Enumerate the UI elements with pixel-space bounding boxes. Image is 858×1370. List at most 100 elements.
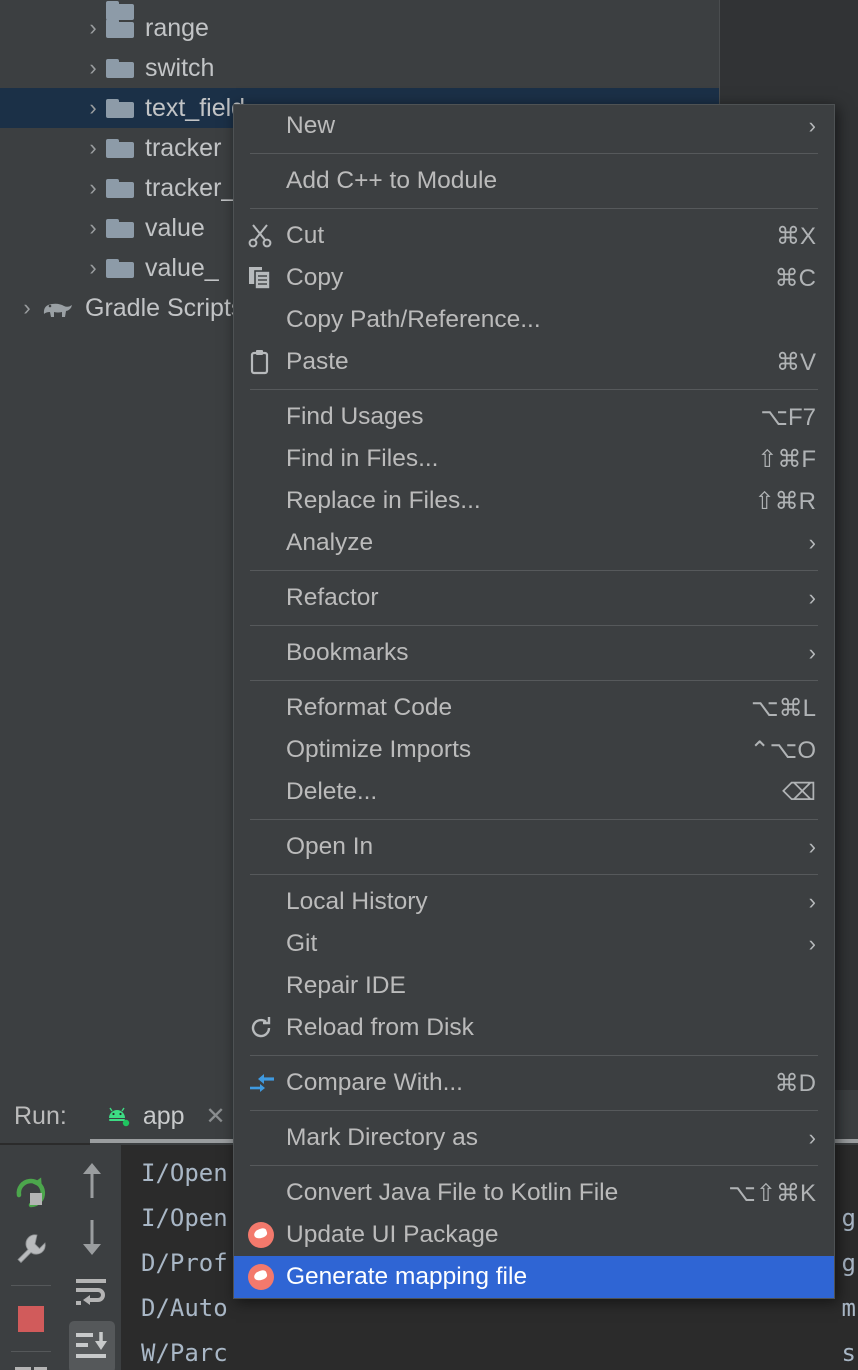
menu-item-paste[interactable]: Paste ⌘V — [234, 341, 834, 383]
menu-item-copy[interactable]: Copy ⌘C — [234, 257, 834, 299]
scroll-down-button[interactable] — [63, 1211, 120, 1263]
tree-item-label: value_ — [145, 253, 219, 282]
console-line-fragment: m — [841, 1294, 856, 1322]
menu-item-label: Reload from Disk — [286, 1014, 474, 1041]
menu-item-shortcut: ⌃⌥O — [749, 736, 816, 764]
scroll-up-button[interactable] — [63, 1155, 120, 1207]
settings-wrench-button[interactable] — [0, 1223, 62, 1275]
menu-item-bookmarks[interactable]: Bookmarks › — [234, 632, 834, 674]
menu-icon-placeholder — [248, 639, 286, 667]
menu-item-label: Generate mapping file — [286, 1263, 528, 1290]
menu-item-label: Find in Files... — [286, 445, 439, 472]
gradle-elephant-icon — [40, 296, 76, 320]
menu-item-git[interactable]: Git › — [234, 923, 834, 965]
console-line: D/Prof — [141, 1249, 228, 1277]
menu-icon-placeholder — [248, 833, 286, 861]
menu-item-generate-mapping-file[interactable]: Generate mapping file — [234, 1256, 834, 1298]
rerun-button[interactable] — [0, 1165, 62, 1217]
menu-item-label: Bookmarks — [286, 639, 409, 666]
console-line: I/Open — [141, 1159, 228, 1187]
folder-icon — [106, 257, 136, 279]
chevron-right-icon[interactable]: › — [80, 255, 106, 281]
menu-item-add-c-to-module[interactable]: Add C++ to Module — [234, 160, 834, 202]
tree-item-switch[interactable]: › switch — [0, 48, 720, 88]
run-tab-app[interactable]: app ✕ — [104, 1102, 226, 1131]
menu-item-open-in[interactable]: Open In › — [234, 826, 834, 868]
android-icon — [104, 1106, 134, 1128]
menu-item-local-history[interactable]: Local History › — [234, 881, 834, 923]
menu-icon-placeholder — [248, 584, 286, 612]
folder-icon — [106, 137, 136, 159]
menu-item-reformat-code[interactable]: Reformat Code ⌥⌘L — [234, 687, 834, 729]
run-toolbar-secondary — [63, 1145, 120, 1370]
menu-item-shortcut: ⇧⌘R — [754, 487, 816, 515]
chevron-right-icon: › — [808, 834, 816, 859]
tree-item-label: value — [145, 213, 205, 242]
menu-item-shortcut: ⌘C — [774, 264, 816, 292]
menu-item-reload-from-disk[interactable]: Reload from Disk — [234, 1007, 834, 1049]
chevron-right-icon[interactable]: › — [80, 215, 106, 241]
menu-item-label: Git — [286, 930, 318, 957]
menu-item-analyze[interactable]: Analyze › — [234, 522, 834, 564]
menu-item-shortcut: ⇧⌘F — [757, 445, 816, 473]
run-tab-label: app — [142, 1102, 185, 1130]
chevron-right-icon[interactable]: › — [14, 295, 40, 321]
project-context-menu: New › Add C++ to Module Cut ⌘X Copy ⌘C Copy Pat… — [233, 104, 835, 1299]
menu-item-label: Paste — [286, 348, 349, 375]
menu-icon-placeholder — [248, 167, 286, 195]
menu-icon-placeholder — [248, 1124, 286, 1152]
menu-item-repair-ide[interactable]: Repair IDE — [234, 965, 834, 1007]
tree-item-label: tracker_ — [145, 173, 236, 202]
toolbar-divider — [11, 1285, 51, 1286]
menu-icon-placeholder — [248, 445, 286, 473]
menu-item-copy-path-reference[interactable]: Copy Path/Reference... — [234, 299, 834, 341]
chevron-right-icon[interactable]: › — [80, 135, 106, 161]
menu-item-convert-java-file-to-kotlin-file[interactable]: Convert Java File to Kotlin File ⌥⇧⌘K — [234, 1172, 834, 1214]
menu-item-find-in-files[interactable]: Find in Files... ⇧⌘F — [234, 438, 834, 480]
menu-item-compare-with[interactable]: Compare With... ⌘D — [234, 1062, 834, 1104]
menu-item-label: Open In — [286, 833, 374, 860]
menu-item-shortcut: ⌫ — [782, 778, 816, 806]
menu-item-label: Repair IDE — [286, 972, 406, 999]
menu-item-new[interactable]: New › — [234, 105, 834, 147]
chevron-right-icon[interactable]: › — [80, 15, 106, 41]
menu-icon-placeholder — [248, 306, 286, 334]
menu-item-shortcut: ⌥F7 — [760, 403, 816, 431]
tree-item-label: Gradle Scripts — [85, 293, 244, 322]
plugin-icon — [248, 1221, 286, 1249]
menu-item-cut[interactable]: Cut ⌘X — [234, 215, 834, 257]
menu-item-mark-directory-as[interactable]: Mark Directory as › — [234, 1117, 834, 1159]
menu-item-refactor[interactable]: Refactor › — [234, 577, 834, 619]
menu-item-label: Add C++ to Module — [286, 167, 498, 194]
tree-item-range[interactable]: › range — [0, 8, 720, 48]
menu-item-replace-in-files[interactable]: Replace in Files... ⇧⌘R — [234, 480, 834, 522]
soft-wrap-button[interactable] — [63, 1269, 120, 1317]
scroll-to-end-button[interactable] — [69, 1321, 115, 1370]
menu-item-shortcut: ⌘X — [775, 222, 816, 250]
chevron-right-icon[interactable]: › — [80, 95, 106, 121]
layout-button[interactable] — [0, 1357, 62, 1370]
menu-item-label: Reformat Code — [286, 694, 453, 721]
close-icon[interactable]: ✕ — [206, 1102, 226, 1131]
chevron-right-icon: › — [808, 931, 816, 956]
chevron-right-icon[interactable]: › — [80, 55, 106, 81]
menu-separator — [250, 1055, 818, 1056]
menu-item-label: Find Usages — [286, 403, 424, 430]
stop-button[interactable] — [0, 1293, 62, 1345]
folder-icon — [106, 217, 136, 239]
menu-item-shortcut: ⌥⇧⌘K — [728, 1179, 816, 1207]
menu-item-delete[interactable]: Delete... ⌫ — [234, 771, 834, 813]
menu-separator — [250, 680, 818, 681]
toolbar-divider-2 — [11, 1351, 51, 1352]
ide-window: › › range › switch › text_field › tracker › tracke… — [0, 0, 858, 1370]
menu-item-find-usages[interactable]: Find Usages ⌥F7 — [234, 396, 834, 438]
menu-icon-placeholder — [248, 1179, 286, 1207]
menu-icon-placeholder — [248, 487, 286, 515]
chevron-right-icon[interactable]: › — [80, 175, 106, 201]
chevron-right-icon: › — [808, 640, 816, 665]
menu-item-update-ui-package[interactable]: Update UI Package — [234, 1214, 834, 1256]
menu-item-label: Mark Directory as — [286, 1124, 478, 1151]
menu-item-optimize-imports[interactable]: Optimize Imports ⌃⌥O — [234, 729, 834, 771]
menu-icon-placeholder — [248, 778, 286, 806]
tree-item-label: text_field — [145, 93, 246, 122]
